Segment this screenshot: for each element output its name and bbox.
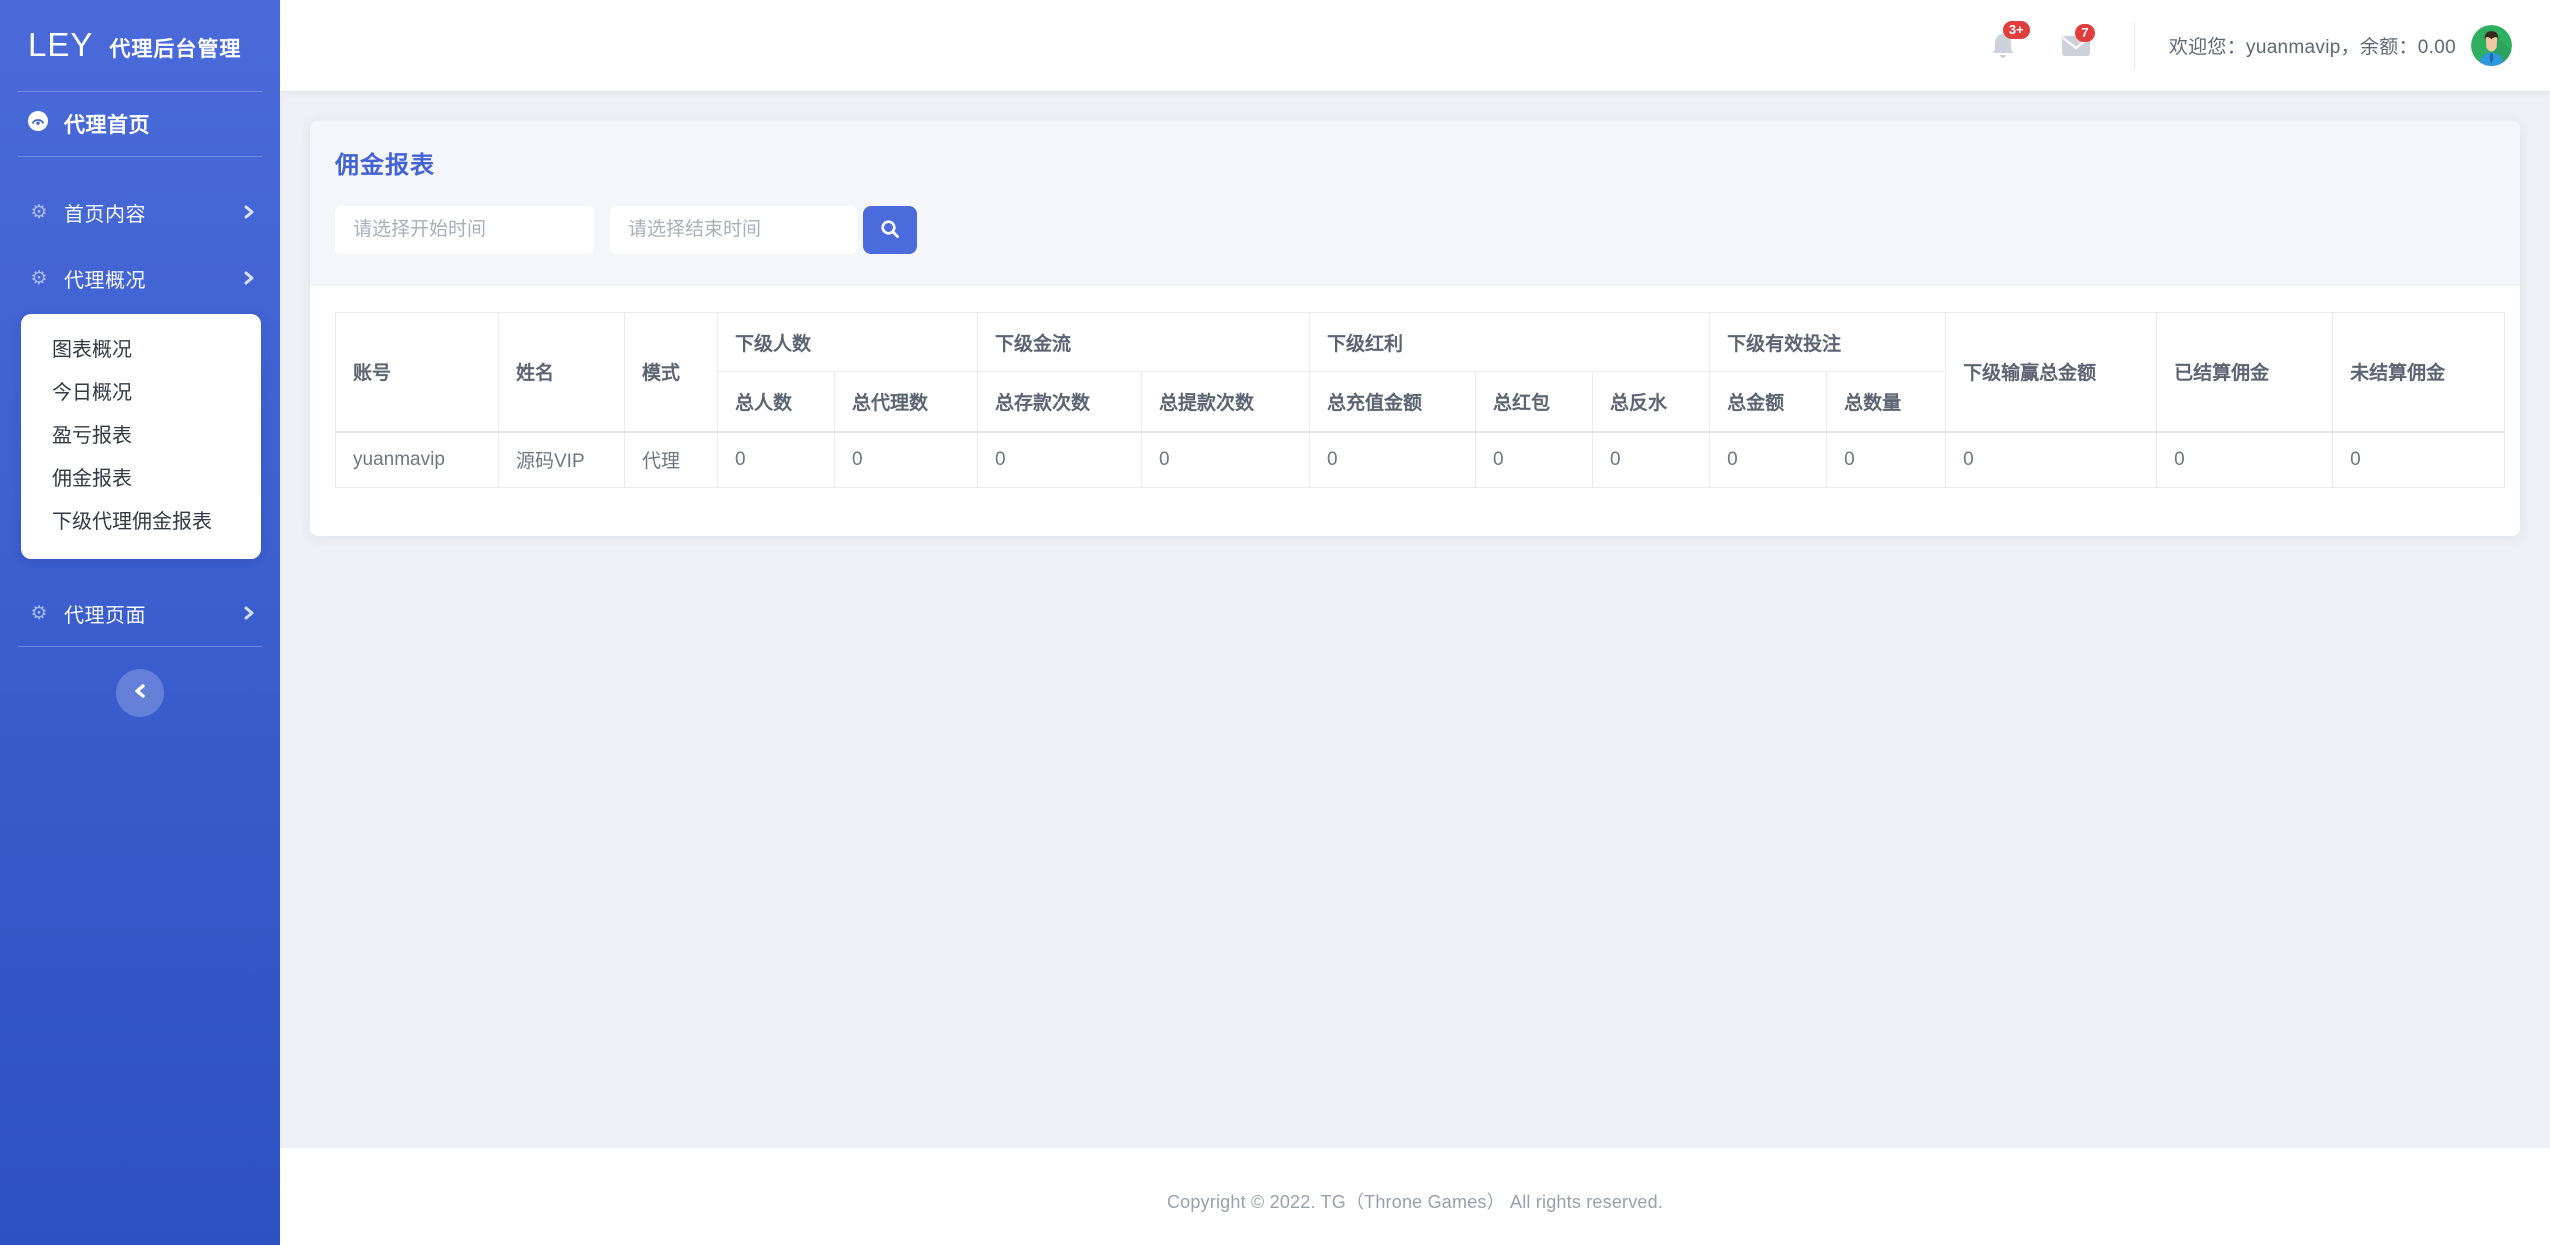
search-icon xyxy=(879,218,901,243)
chevron-left-icon xyxy=(132,682,148,705)
gear-icon: ⚙ xyxy=(30,201,48,223)
table-cell: 0 xyxy=(1475,431,1594,488)
column-header: 下级人数 xyxy=(716,312,979,372)
table-cell: 0 xyxy=(1592,431,1711,488)
column-subheader: 总充值金额 xyxy=(1309,371,1477,433)
table-cell: 0 xyxy=(2332,431,2506,488)
sidebar-group-agent-pages[interactable]: ⚙ 代理页面 xyxy=(0,580,280,646)
submenu-item-1[interactable]: 今日概况 xyxy=(21,372,261,415)
dashboard-icon xyxy=(26,109,50,139)
app-logo: LEY 代理后台管理 xyxy=(0,0,280,91)
column-header: 已结算佣金 xyxy=(2156,312,2334,433)
column-header: 下级金流 xyxy=(977,312,1311,372)
column-header: 下级有效投注 xyxy=(1709,312,1947,372)
column-header: 下级输赢总金额 xyxy=(1945,312,2158,433)
table-cell: 0 xyxy=(833,431,979,488)
column-subheader: 总数量 xyxy=(1826,371,1947,433)
column-subheader: 总存款次数 xyxy=(977,371,1143,433)
table-cell: 0 xyxy=(977,431,1143,488)
table-cell: 0 xyxy=(2156,431,2334,488)
table-cell: 0 xyxy=(1826,431,1947,488)
sidebar-group-label: 代理概况 xyxy=(64,269,146,292)
mail-badge: 7 xyxy=(2074,23,2095,43)
submenu-item-2[interactable]: 盈亏报表 xyxy=(21,415,261,458)
copyright-text: Copyright © 2022. TG（Throne Games） All r… xyxy=(1166,1192,1664,1212)
submenu-item-4[interactable]: 下级代理佣金报表 xyxy=(21,501,261,544)
start-time-input[interactable] xyxy=(335,206,594,254)
table-cell: 0 xyxy=(717,431,835,488)
sidebar-group-label: 首页内容 xyxy=(64,203,146,226)
messages-button[interactable]: 7 xyxy=(2060,23,2095,59)
submenu-item-3[interactable]: 佣金报表 xyxy=(21,458,261,501)
column-header: 下级红利 xyxy=(1309,312,1711,372)
sidebar-item-home[interactable]: 代理首页 xyxy=(0,92,280,156)
sidebar-collapse-button[interactable] xyxy=(116,669,164,717)
column-subheader: 总反水 xyxy=(1592,371,1711,433)
notifications-button[interactable]: 3+ xyxy=(1988,20,2030,62)
page-title: 佣金报表 xyxy=(335,152,435,179)
column-header: 姓名 xyxy=(498,312,625,433)
sidebar-group-agent-overview[interactable]: ⚙ 代理概况 xyxy=(0,245,280,311)
chevron-right-icon xyxy=(242,605,256,621)
column-subheader: 总人数 xyxy=(717,371,835,433)
chevron-right-icon xyxy=(242,270,256,286)
table-cell: 0 xyxy=(1309,431,1477,488)
avatar[interactable] xyxy=(2471,25,2512,66)
app-title: 代理后台管理 xyxy=(109,38,242,61)
gear-icon: ⚙ xyxy=(30,602,48,624)
table-container: 账号 姓名 模式 下级人数 下级金流 下级红利 下级有效投注 下级输赢总金额 已结算佣金 未结算佣… xyxy=(310,285,2520,488)
logo-text: LEY xyxy=(28,26,94,63)
chevron-right-icon xyxy=(242,204,256,220)
topbar: 3+ 7 欢迎您：yuanmavip，余额：0.00 xyxy=(280,0,2550,91)
sidebar: LEY 代理后台管理 代理首页 ⚙ 首页内容 ⚙ 代理概况 图表概况 今日概况 盈亏… xyxy=(0,0,280,1245)
welcome-text: 欢迎您：yuanmavip，余额：0.00 xyxy=(2168,37,2456,58)
footer: Copyright © 2022. TG（Throne Games） All r… xyxy=(280,1148,2550,1245)
submenu-item-0[interactable]: 图表概况 xyxy=(21,329,261,372)
end-time-input[interactable] xyxy=(610,206,857,254)
card-toolbar: 佣金报表 xyxy=(310,121,2520,285)
commission-report-card: 佣金报表 账号姓名模式下级人数下级金流下级红利下级有效投注下级输赢总金额已结算佣… xyxy=(310,121,2520,536)
column-header: 模式 xyxy=(624,312,718,433)
table-cell: 代理 xyxy=(624,431,718,488)
column-header: 账号 xyxy=(335,312,499,433)
table-cell: 0 xyxy=(1709,431,1828,488)
table-cell: 0 xyxy=(1945,431,2158,488)
sidebar-divider xyxy=(18,646,262,647)
column-subheader: 总金额 xyxy=(1709,371,1828,433)
column-subheader: 总红包 xyxy=(1475,371,1594,433)
table-cell: 0 xyxy=(1141,431,1311,488)
search-button[interactable] xyxy=(863,206,917,254)
table-cell: yuanmavip xyxy=(335,431,499,488)
bell-badge: 3+ xyxy=(2002,20,2030,40)
gear-icon: ⚙ xyxy=(30,267,48,289)
sidebar-item-label: 代理首页 xyxy=(64,114,150,137)
sidebar-submenu: 图表概况 今日概况 盈亏报表 佣金报表 下级代理佣金报表 xyxy=(21,314,261,559)
sidebar-group-label: 代理页面 xyxy=(64,604,146,627)
table-cell: 源码VIP xyxy=(498,431,625,488)
sidebar-group-home-content[interactable]: ⚙ 首页内容 xyxy=(0,179,280,245)
table-row: yuanmavip 源码VIP 代理 0 0 0 0 0 0 0 0 0 0 0 0 xyxy=(335,431,2506,488)
column-header: 未结算佣金 xyxy=(2332,312,2506,433)
column-subheader: 总提款次数 xyxy=(1141,371,1311,433)
topbar-divider xyxy=(2133,22,2135,69)
commission-table: 账号 姓名 模式 下级人数 下级金流 下级红利 下级有效投注 下级输赢总金额 已结算佣金 未结算佣… xyxy=(335,312,2506,488)
column-subheader: 总代理数 xyxy=(833,371,979,433)
